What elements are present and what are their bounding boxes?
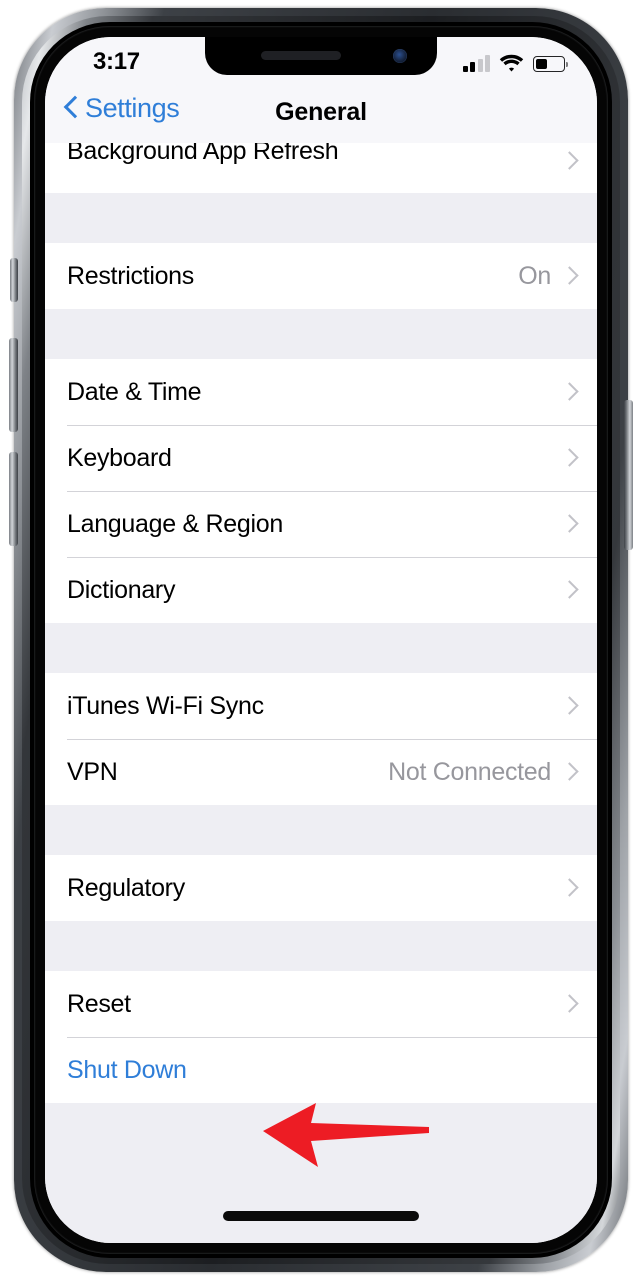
settings-row[interactable]: iTunes Wi-Fi Sync: [45, 673, 597, 739]
chevron-right-icon: [563, 512, 577, 536]
status-bar-time: 3:17: [93, 48, 140, 75]
chevron-right-icon: [563, 380, 577, 404]
settings-group-separator: [45, 623, 597, 673]
settings-row-label: Regulatory: [67, 873, 185, 902]
chevron-right-icon: [563, 578, 577, 602]
settings-row[interactable]: Shut Down: [45, 1037, 597, 1103]
volume-down-button[interactable]: [9, 452, 18, 546]
mute-switch-button[interactable]: [10, 258, 18, 302]
settings-row[interactable]: Reset: [45, 971, 597, 1037]
settings-row[interactable]: VPN Not Connected: [45, 739, 597, 805]
settings-row-value: Not Connected: [388, 757, 551, 786]
settings-row[interactable]: Keyboard: [45, 425, 597, 491]
settings-group: Restrictions On: [45, 243, 597, 309]
settings-row-label: Language & Region: [67, 509, 283, 538]
status-bar-indicators: [462, 51, 568, 72]
front-camera-icon: [393, 49, 407, 63]
volume-up-button[interactable]: [9, 338, 18, 432]
settings-row-label: VPN: [67, 757, 118, 786]
settings-row-label: Background App Refresh: [67, 143, 339, 165]
cellular-signal-icon: [462, 55, 490, 72]
chevron-right-icon: [563, 446, 577, 470]
settings-row-label: Keyboard: [67, 443, 172, 472]
earpiece-speaker-icon: [261, 51, 341, 60]
phone-screen: 3:17 Settings General Background App Ref…: [45, 37, 597, 1243]
settings-row[interactable]: Date & Time: [45, 359, 597, 425]
chevron-right-icon: [563, 149, 577, 173]
chevron-right-icon: [563, 876, 577, 900]
side-power-button[interactable]: [624, 400, 633, 550]
settings-group-separator: [45, 805, 597, 855]
settings-list[interactable]: Background App Refresh Restrictions On Date…: [45, 143, 597, 1243]
settings-group-separator: [45, 309, 597, 359]
chevron-right-icon: [563, 992, 577, 1016]
settings-group: Regulatory: [45, 855, 597, 921]
settings-row[interactable]: Language & Region: [45, 491, 597, 557]
navigation-bar: Settings General: [45, 85, 597, 143]
settings-group: Date & Time Keyboard Language & Region Dict…: [45, 359, 597, 623]
settings-row-label: Dictionary: [67, 575, 176, 604]
screenshot-stage: 3:17 Settings General Background App Ref…: [0, 0, 642, 1280]
settings-row-label: Date & Time: [67, 377, 202, 406]
page-title: General: [275, 98, 367, 126]
home-indicator-bar[interactable]: [223, 1211, 419, 1221]
wifi-icon: [499, 54, 524, 72]
settings-group-separator: [45, 193, 597, 243]
settings-row[interactable]: Dictionary: [45, 557, 597, 623]
settings-group: iTunes Wi-Fi Sync VPN Not Connected: [45, 673, 597, 805]
settings-row-label: Reset: [67, 989, 131, 1018]
display-notch: [205, 37, 437, 75]
settings-row[interactable]: Restrictions On: [45, 243, 597, 309]
settings-row[interactable]: Background App Refresh: [45, 143, 597, 193]
settings-row-label: iTunes Wi-Fi Sync: [67, 691, 264, 720]
settings-row-value: On: [518, 261, 551, 290]
chevron-right-icon: [563, 694, 577, 718]
settings-group: Background App Refresh: [45, 143, 597, 193]
chevron-right-icon: [563, 760, 577, 784]
settings-group: Reset Shut Down: [45, 971, 597, 1103]
settings-row-label: Restrictions: [67, 261, 194, 290]
battery-icon: [533, 56, 568, 72]
settings-group-separator: [45, 921, 597, 971]
settings-row-label: Shut Down: [67, 1055, 187, 1084]
chevron-right-icon: [563, 264, 577, 288]
settings-row[interactable]: Regulatory: [45, 855, 597, 921]
